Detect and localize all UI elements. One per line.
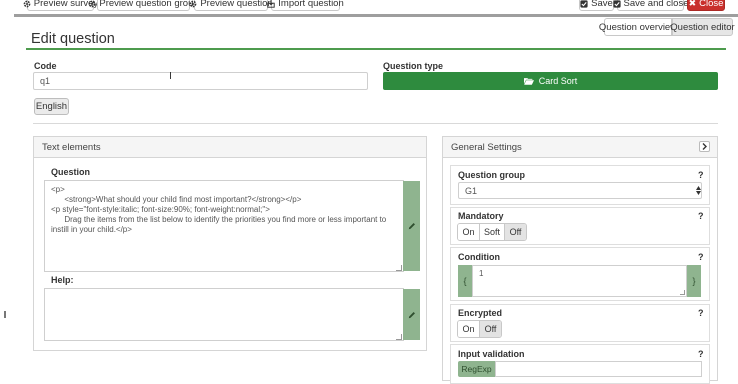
question-edit-button[interactable] — [403, 181, 420, 271]
condition-left-brace: { — [458, 265, 472, 297]
toolbar-divider — [14, 14, 738, 17]
gear-icon — [189, 0, 197, 7]
text-elements-header: Text elements — [34, 137, 426, 158]
input-validation-label: Input validation — [458, 349, 525, 359]
condition-right-brace: } — [687, 265, 701, 297]
question-type-button[interactable]: Card Sort — [383, 72, 718, 90]
mandatory-on-option[interactable]: On — [458, 224, 480, 240]
gear-icon — [23, 0, 31, 7]
condition-help-icon[interactable]: ? — [698, 252, 704, 262]
condition-value: 1 — [479, 269, 484, 278]
mandatory-toggle[interactable]: On Soft Off — [457, 223, 527, 241]
condition-label: Condition — [458, 252, 500, 262]
save-and-close-button[interactable]: Save and close — [612, 0, 688, 11]
check-square-icon — [612, 0, 621, 8]
mandatory-help-icon[interactable]: ? — [698, 211, 704, 221]
encrypted-on-option[interactable]: On — [458, 321, 480, 337]
gear-icon — [88, 0, 96, 7]
general-settings-header: General Settings — [443, 137, 717, 158]
question-group-select[interactable]: G1 — [458, 182, 702, 199]
code-label: Code — [34, 61, 57, 71]
close-icon: ✖ — [688, 0, 697, 8]
save-button[interactable]: Save — [579, 0, 614, 11]
folder-open-icon — [523, 78, 534, 85]
question-group-help-icon[interactable]: ? — [698, 170, 704, 180]
import-icon — [267, 0, 275, 8]
preview-survey-button[interactable]: Preview survey — [23, 0, 98, 11]
question-textarea[interactable]: <p> <strong>What should your child find … — [44, 180, 404, 272]
question-overview-button[interactable]: Question overview — [599, 18, 677, 36]
encrypted-help-icon[interactable]: ? — [698, 308, 704, 318]
code-value: q1 — [40, 76, 51, 86]
import-question-button[interactable]: Import question — [267, 0, 344, 11]
condition-textarea[interactable]: 1 — [472, 265, 687, 297]
language-tab-english[interactable]: English — [34, 98, 69, 115]
pencil-icon — [408, 223, 415, 230]
pencil-icon — [408, 311, 415, 318]
splitter-handle[interactable] — [0, 0, 14, 375]
help-resize-grip[interactable] — [396, 334, 402, 340]
chevron-right-icon — [702, 143, 707, 150]
encrypted-label: Encrypted — [458, 308, 503, 318]
code-input[interactable]: q1 — [33, 72, 368, 90]
question-resize-grip[interactable] — [396, 265, 402, 271]
help-edit-button[interactable] — [403, 289, 420, 340]
select-arrows-icon — [696, 184, 701, 197]
splitter-grip — [4, 311, 6, 318]
title-underline — [26, 48, 726, 50]
close-button[interactable]: ✖ Close — [687, 0, 725, 11]
mandatory-soft-option[interactable]: Soft — [480, 224, 505, 240]
collapse-settings-button[interactable] — [699, 141, 710, 152]
preview-question-group-button[interactable]: Preview question group — [88, 0, 199, 11]
help-textarea[interactable] — [44, 288, 404, 341]
mandatory-off-option[interactable]: Off — [505, 224, 526, 240]
question-text: <p> <strong>What should your child find … — [51, 185, 387, 234]
mandatory-label: Mandatory — [458, 211, 504, 221]
question-group-label: Question group — [458, 170, 525, 180]
encrypted-off-option[interactable]: Off — [480, 321, 501, 337]
question-type-label: Question type — [383, 61, 444, 71]
page-title: Edit question — [31, 31, 115, 47]
input-validation-help-icon[interactable]: ? — [698, 349, 704, 359]
question-label: Question — [51, 167, 91, 177]
question-editor-button[interactable]: Question editor — [670, 18, 735, 36]
check-square-icon — [580, 0, 588, 8]
encrypted-toggle[interactable]: On Off — [457, 320, 502, 338]
help-label: Help: — [51, 275, 74, 285]
condition-resize-grip[interactable] — [680, 290, 685, 295]
text-cursor-icon: I — [169, 71, 172, 82]
preview-question-button[interactable]: Preview question — [189, 0, 273, 11]
question-group-value: G1 — [465, 185, 478, 196]
language-tab-divider — [33, 123, 718, 124]
